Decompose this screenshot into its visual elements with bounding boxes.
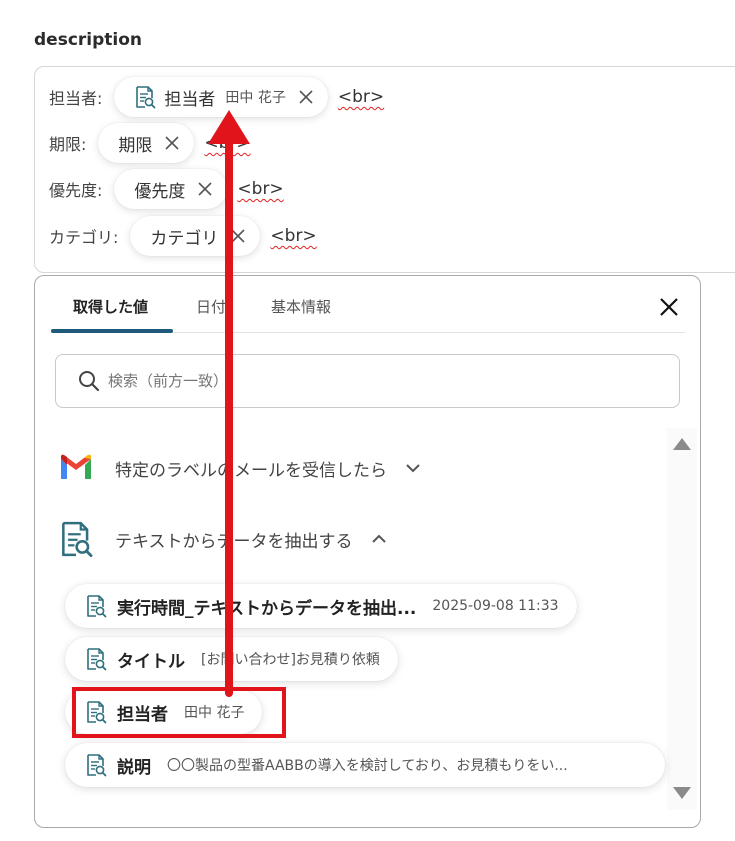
scroll-down-arrow-icon[interactable]: [671, 785, 693, 801]
br-tag: <br>: [337, 87, 385, 107]
variable-chip-deadline[interactable]: 期限: [98, 123, 195, 163]
tab-bar: 取得した値 日付 基本情報: [51, 276, 685, 333]
active-tab-indicator: [51, 329, 173, 333]
scrollbar[interactable]: [667, 428, 697, 810]
variable-item-title[interactable]: タイトル [お問い合わせ]お見積り依頼: [65, 637, 398, 681]
remove-chip-icon[interactable]: [164, 135, 180, 151]
item-value: [お問い合わせ]お見積り依頼: [201, 652, 380, 668]
br-tag: <br>: [204, 133, 251, 153]
item-name: 実行時間_テキストからデータを抽出...: [117, 598, 417, 619]
br-tag: <br>: [270, 226, 317, 246]
document-search-icon: [85, 647, 107, 671]
search-input[interactable]: [108, 372, 648, 390]
row-label-priority: 優先度:: [49, 181, 103, 200]
row-label-deadline: 期限:: [49, 135, 87, 154]
row-label-assignee: 担当者:: [49, 89, 103, 108]
chip-name: 期限: [118, 135, 153, 156]
remove-chip-icon[interactable]: [298, 89, 314, 105]
item-value: 〇〇製品の型番AABBの導入を検討しており、お見積もりをい...: [167, 758, 568, 774]
tab-date[interactable]: 日付: [196, 296, 226, 317]
remove-chip-icon[interactable]: [197, 181, 213, 197]
description-field[interactable]: 担当者: 担当者 田中 花子 <br> 期限: 期限 <br> 優先度: 優先度…: [34, 66, 735, 273]
group-text-extraction[interactable]: テキストからデータを抽出する: [57, 520, 387, 558]
annotation-highlight-box: [72, 687, 286, 738]
close-icon[interactable]: [657, 295, 681, 319]
remove-chip-icon[interactable]: [230, 228, 246, 244]
search-icon: [78, 370, 100, 392]
tab-acquired-values[interactable]: 取得した値: [73, 296, 148, 317]
description-row-deadline: 期限: 期限 <br>: [49, 123, 251, 163]
group-gmail-trigger[interactable]: 特定のラベルのメールを受信したら: [57, 449, 421, 487]
group-label: テキストからデータを抽出する: [115, 531, 353, 552]
search-box: [55, 354, 680, 408]
scroll-up-arrow-icon[interactable]: [671, 436, 693, 452]
item-name: 説明: [117, 757, 151, 778]
variable-item-description[interactable]: 説明 〇〇製品の型番AABBの導入を検討しており、お見積もりをい...: [65, 743, 665, 787]
chevron-down-icon: [405, 462, 421, 474]
chevron-up-icon: [371, 533, 387, 545]
variable-picker-popup: 取得した値 日付 基本情報 特定のラベルのメールを受: [34, 275, 701, 828]
variable-item-execution-time[interactable]: 実行時間_テキストからデータを抽出... 2025-09-08 11:33: [65, 584, 577, 628]
item-value: 2025-09-08 11:33: [432, 598, 559, 614]
document-search-icon: [57, 520, 95, 558]
row-label-category: カテゴリ:: [49, 228, 119, 247]
gmail-icon: [57, 449, 95, 487]
tab-basic-info[interactable]: 基本情報: [271, 296, 331, 317]
variable-chip-assignee[interactable]: 担当者 田中 花子: [114, 77, 328, 117]
group-label: 特定のラベルのメールを受信したら: [115, 460, 387, 481]
description-row-assignee: 担当者: 担当者 田中 花子 <br>: [49, 77, 384, 117]
variable-chip-priority[interactable]: 優先度: [114, 169, 228, 209]
document-search-icon: [85, 594, 107, 618]
chip-name: 優先度: [134, 181, 186, 202]
description-row-category: カテゴリ: カテゴリ <br>: [49, 216, 317, 256]
description-title: description: [34, 30, 143, 50]
br-tag: <br>: [237, 179, 284, 199]
chip-name: カテゴリ: [150, 228, 219, 249]
chip-value: 田中 花子: [225, 90, 286, 106]
item-name: タイトル: [117, 651, 185, 672]
document-search-icon: [85, 753, 107, 777]
variable-chip-category[interactable]: カテゴリ: [130, 216, 261, 256]
description-row-priority: 優先度: 優先度 <br>: [49, 169, 284, 209]
chip-name: 担当者: [164, 89, 216, 110]
document-search-icon: [134, 85, 156, 109]
